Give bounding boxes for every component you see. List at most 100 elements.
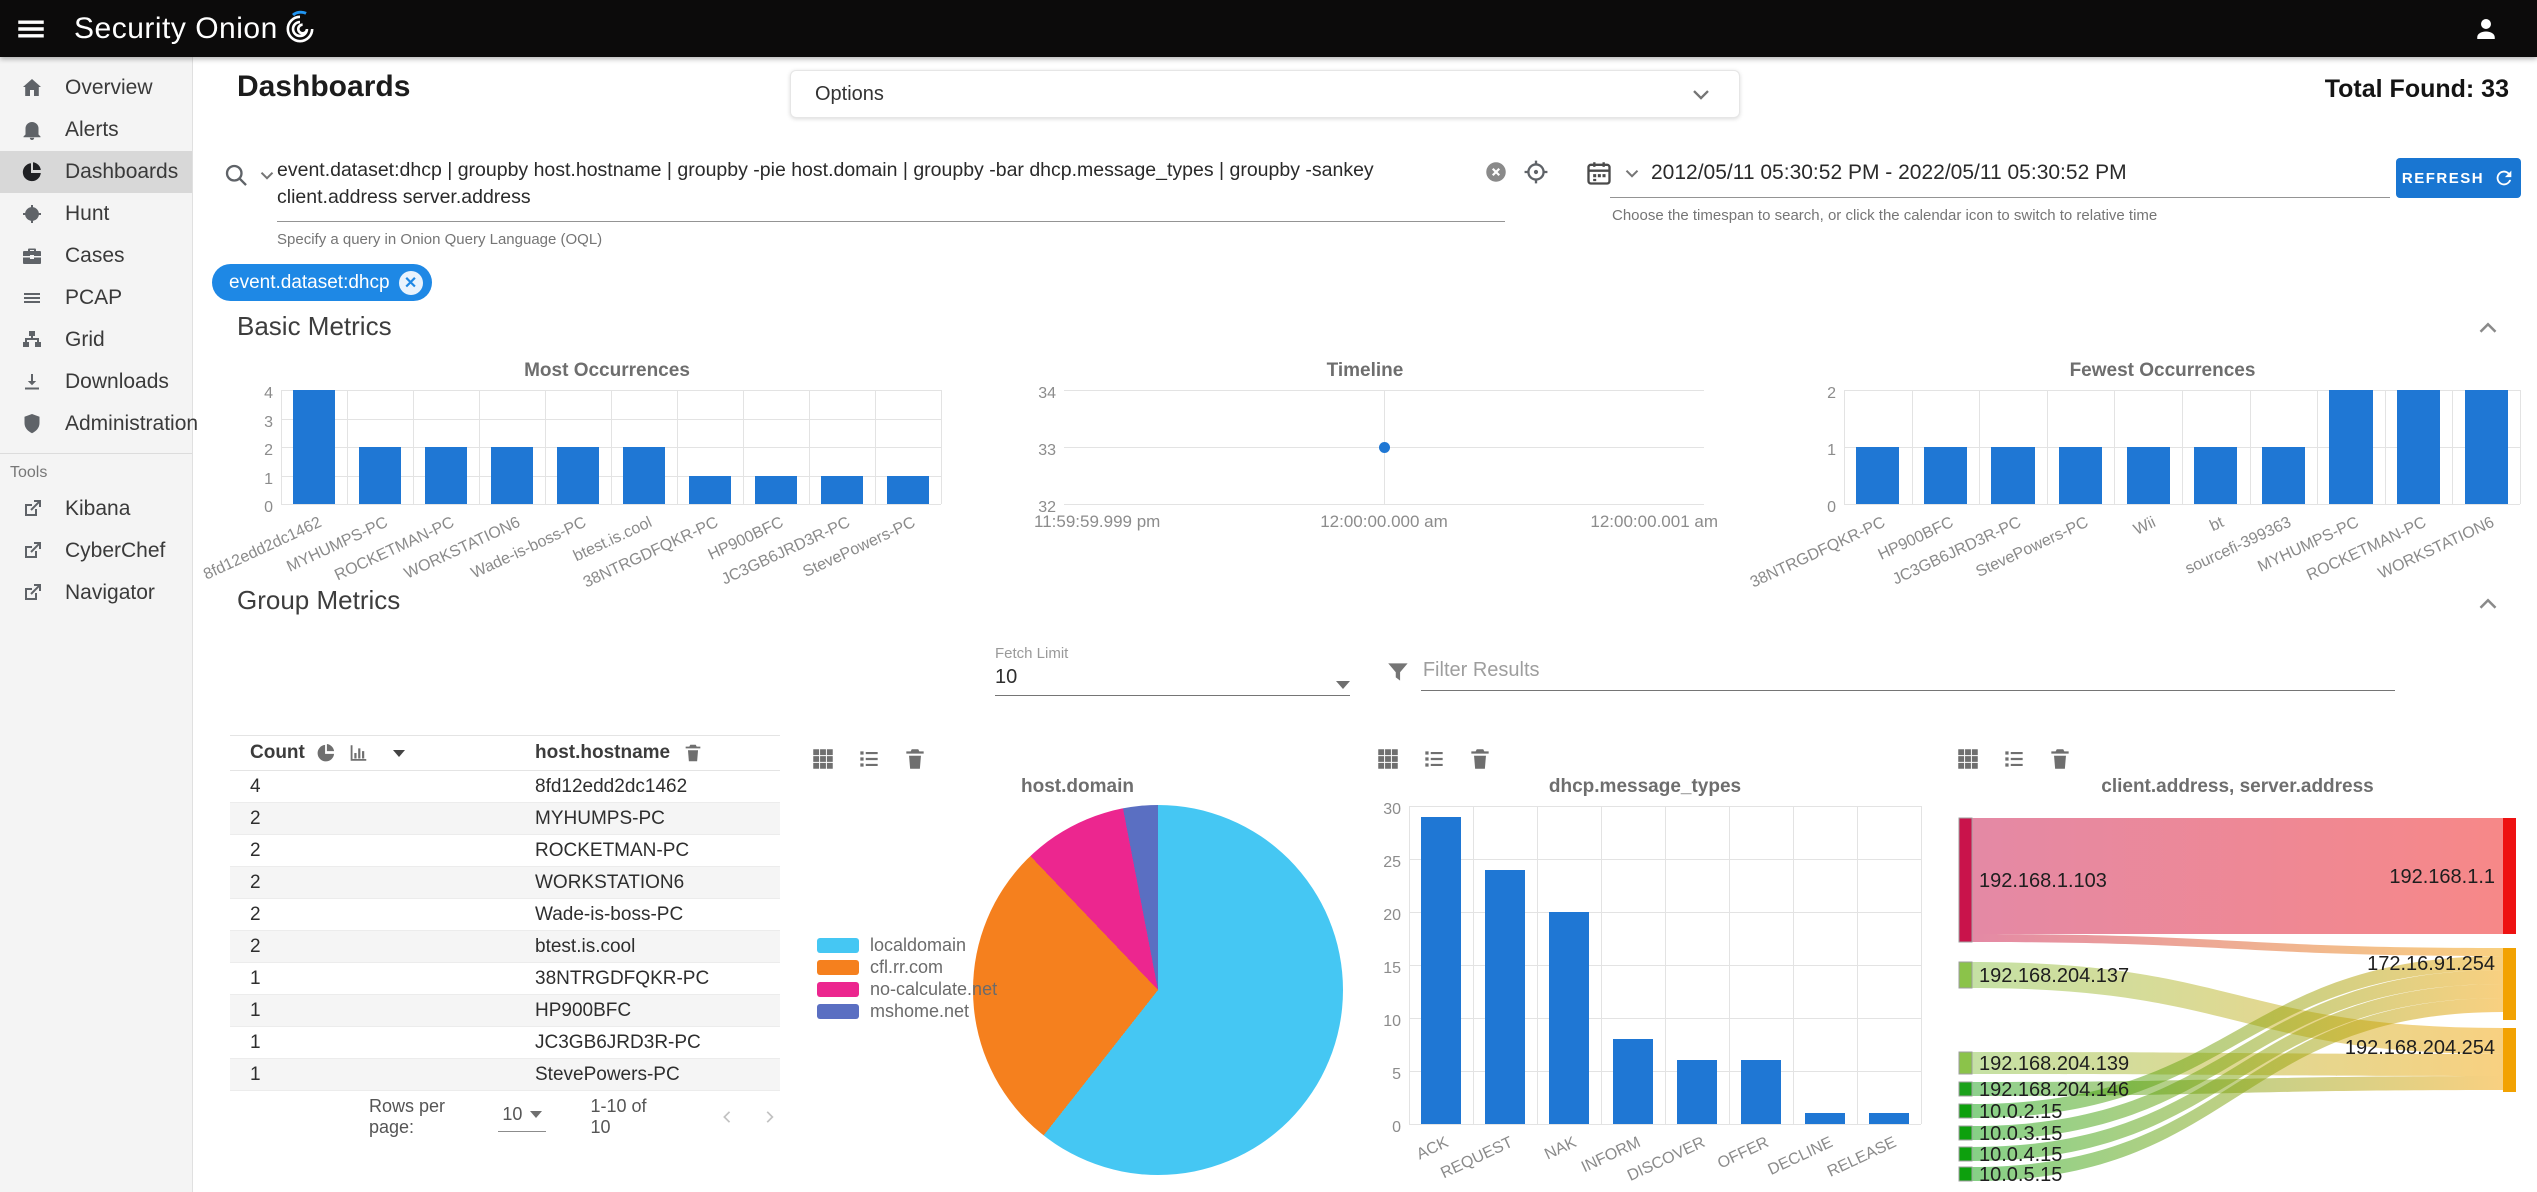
options-expander[interactable]: Options	[790, 70, 1740, 118]
sort-desc-icon[interactable]	[392, 749, 405, 757]
sidebar-item-kibana[interactable]: Kibana	[0, 488, 192, 530]
bar[interactable]	[1804, 1113, 1846, 1124]
x-axis-label[interactable]: ACK	[1414, 1134, 1451, 1164]
calendar-icon[interactable]	[1585, 159, 1613, 187]
sidebar-item-downloads[interactable]: Downloads	[0, 361, 192, 403]
bar[interactable]	[1991, 447, 2035, 504]
search-input[interactable]: event.dataset:dhcp | groupby host.hostna…	[277, 157, 1492, 211]
sankey-node[interactable]	[1958, 1081, 1973, 1097]
sankey-node[interactable]	[2503, 1028, 2516, 1092]
sankey-node[interactable]	[1958, 817, 1973, 943]
bar[interactable]	[1676, 1060, 1718, 1124]
table-row[interactable]: 2 MYHUMPS-PC	[230, 803, 780, 835]
sankey-node[interactable]	[1958, 1166, 1973, 1182]
bar[interactable]	[1868, 1113, 1910, 1124]
table-view-icon[interactable]	[1375, 746, 1401, 772]
x-axis-label[interactable]: REQUEST	[1438, 1134, 1516, 1183]
bar[interactable]	[424, 447, 468, 504]
bar[interactable]	[490, 447, 534, 504]
sankey-node[interactable]	[1958, 1103, 1973, 1119]
bar[interactable]	[2464, 390, 2508, 504]
bar[interactable]	[1420, 816, 1462, 1124]
sidebar-item-dashboards[interactable]: Dashboards	[0, 151, 192, 193]
bar[interactable]	[1612, 1039, 1654, 1124]
bar[interactable]	[292, 390, 336, 504]
sidebar-item-administration[interactable]: Administration	[0, 403, 198, 445]
hostname-column-header[interactable]: host.hostname	[535, 742, 670, 764]
x-axis-label[interactable]: StevePowers-PC	[1974, 514, 2092, 582]
query-chevron-down-icon[interactable]	[256, 164, 278, 186]
bar[interactable]	[556, 447, 600, 504]
timeline-data-point[interactable]	[1379, 442, 1390, 453]
sidebar-item-navigator[interactable]: Navigator	[0, 572, 192, 614]
x-axis-label[interactable]: bt	[2207, 514, 2227, 536]
bar[interactable]	[820, 475, 864, 504]
filter-results-input[interactable]	[1420, 655, 2395, 691]
remove-column-trash-icon[interactable]	[682, 742, 704, 764]
switch-to-pie-icon[interactable]	[315, 742, 337, 764]
delete-chart-icon[interactable]	[902, 746, 928, 772]
bar[interactable]	[754, 475, 798, 504]
table-row[interactable]: 1 JC3GB6JRD3R-PC	[230, 1027, 780, 1059]
table-view-icon[interactable]	[810, 746, 836, 772]
bar[interactable]	[2396, 390, 2441, 504]
list-view-icon[interactable]	[856, 746, 882, 772]
x-axis-label[interactable]: Wii	[2131, 514, 2159, 540]
timerange-input[interactable]: 2012/05/11 05:30:52 PM - 2022/05/11 05:3…	[1651, 161, 2127, 185]
bar[interactable]	[358, 447, 402, 504]
user-account-icon[interactable]	[2471, 14, 2501, 44]
x-axis-label[interactable]: StevePowers-PC	[801, 514, 919, 582]
fetch-limit-select[interactable]: Fetch Limit 10	[995, 645, 1350, 696]
delete-chart-icon[interactable]	[1467, 746, 1493, 772]
bar[interactable]	[2058, 447, 2103, 504]
x-axis-label[interactable]: OFFER	[1715, 1134, 1772, 1173]
bar[interactable]	[2261, 447, 2306, 504]
sankey-node[interactable]	[1958, 1051, 1973, 1075]
sidebar-item-hunt[interactable]: Hunt	[0, 193, 192, 235]
next-page-icon[interactable]	[759, 1103, 780, 1131]
bar[interactable]	[1548, 912, 1590, 1124]
bar[interactable]	[2194, 447, 2238, 504]
bar[interactable]	[1856, 447, 1900, 504]
count-column-header[interactable]: Count	[250, 742, 305, 764]
sidebar-item-overview[interactable]: Overview	[0, 67, 192, 109]
collapse-group-metrics-icon[interactable]	[2473, 589, 2503, 619]
rows-per-page-select[interactable]: 10	[498, 1102, 547, 1132]
x-axis-label[interactable]: 38NTRGDFQKR-PC	[1748, 514, 1889, 592]
x-axis-label[interactable]: NAK	[1542, 1134, 1579, 1164]
refresh-button[interactable]: REFRESH	[2396, 158, 2521, 198]
bar[interactable]	[688, 475, 732, 504]
bar[interactable]	[2329, 390, 2373, 504]
x-axis-label[interactable]: DECLINE	[1765, 1134, 1835, 1180]
sidebar-item-alerts[interactable]: Alerts	[0, 109, 192, 151]
bar[interactable]	[2126, 447, 2170, 504]
sankey-node[interactable]	[1958, 1146, 1973, 1162]
sidebar-item-pcap[interactable]: PCAP	[0, 277, 192, 319]
bar[interactable]	[1923, 447, 1968, 504]
x-axis-label[interactable]: WORKSTATION6	[2376, 514, 2497, 583]
bar[interactable]	[622, 447, 666, 504]
sidebar-item-grid[interactable]: Grid	[0, 319, 192, 361]
filter-chip[interactable]: event.dataset:dhcp ✕	[212, 264, 432, 301]
table-row[interactable]: 4 8fd12edd2dc1462	[230, 771, 780, 803]
sidebar-item-cyberchef[interactable]: CyberChef	[0, 530, 192, 572]
sankey-node[interactable]	[2503, 818, 2516, 934]
sankey-node[interactable]	[1958, 1125, 1973, 1141]
previous-page-icon[interactable]	[717, 1103, 738, 1131]
clear-query-icon[interactable]	[1483, 159, 1509, 185]
list-view-icon[interactable]	[1421, 746, 1447, 772]
sankey-node[interactable]	[1958, 961, 1973, 989]
collapse-basic-metrics-icon[interactable]	[2473, 313, 2503, 343]
table-row[interactable]: 2 Wade-is-boss-PC	[230, 899, 780, 931]
table-row[interactable]: 1 38NTRGDFQKR-PC	[230, 963, 780, 995]
table-row[interactable]: 2 btest.is.cool	[230, 931, 780, 963]
bar[interactable]	[1740, 1060, 1782, 1124]
table-row[interactable]: 2 WORKSTATION6	[230, 867, 780, 899]
sankey-node[interactable]	[2503, 948, 2516, 1020]
quick-actions-icon[interactable]	[1522, 158, 1550, 186]
sidebar-item-cases[interactable]: Cases	[0, 235, 192, 277]
x-axis-label[interactable]: RELEASE	[1825, 1134, 1900, 1182]
pie-chart-circle[interactable]	[973, 805, 1343, 1175]
table-row[interactable]: 1 HP900BFC	[230, 995, 780, 1027]
menu-icon[interactable]	[14, 12, 48, 46]
